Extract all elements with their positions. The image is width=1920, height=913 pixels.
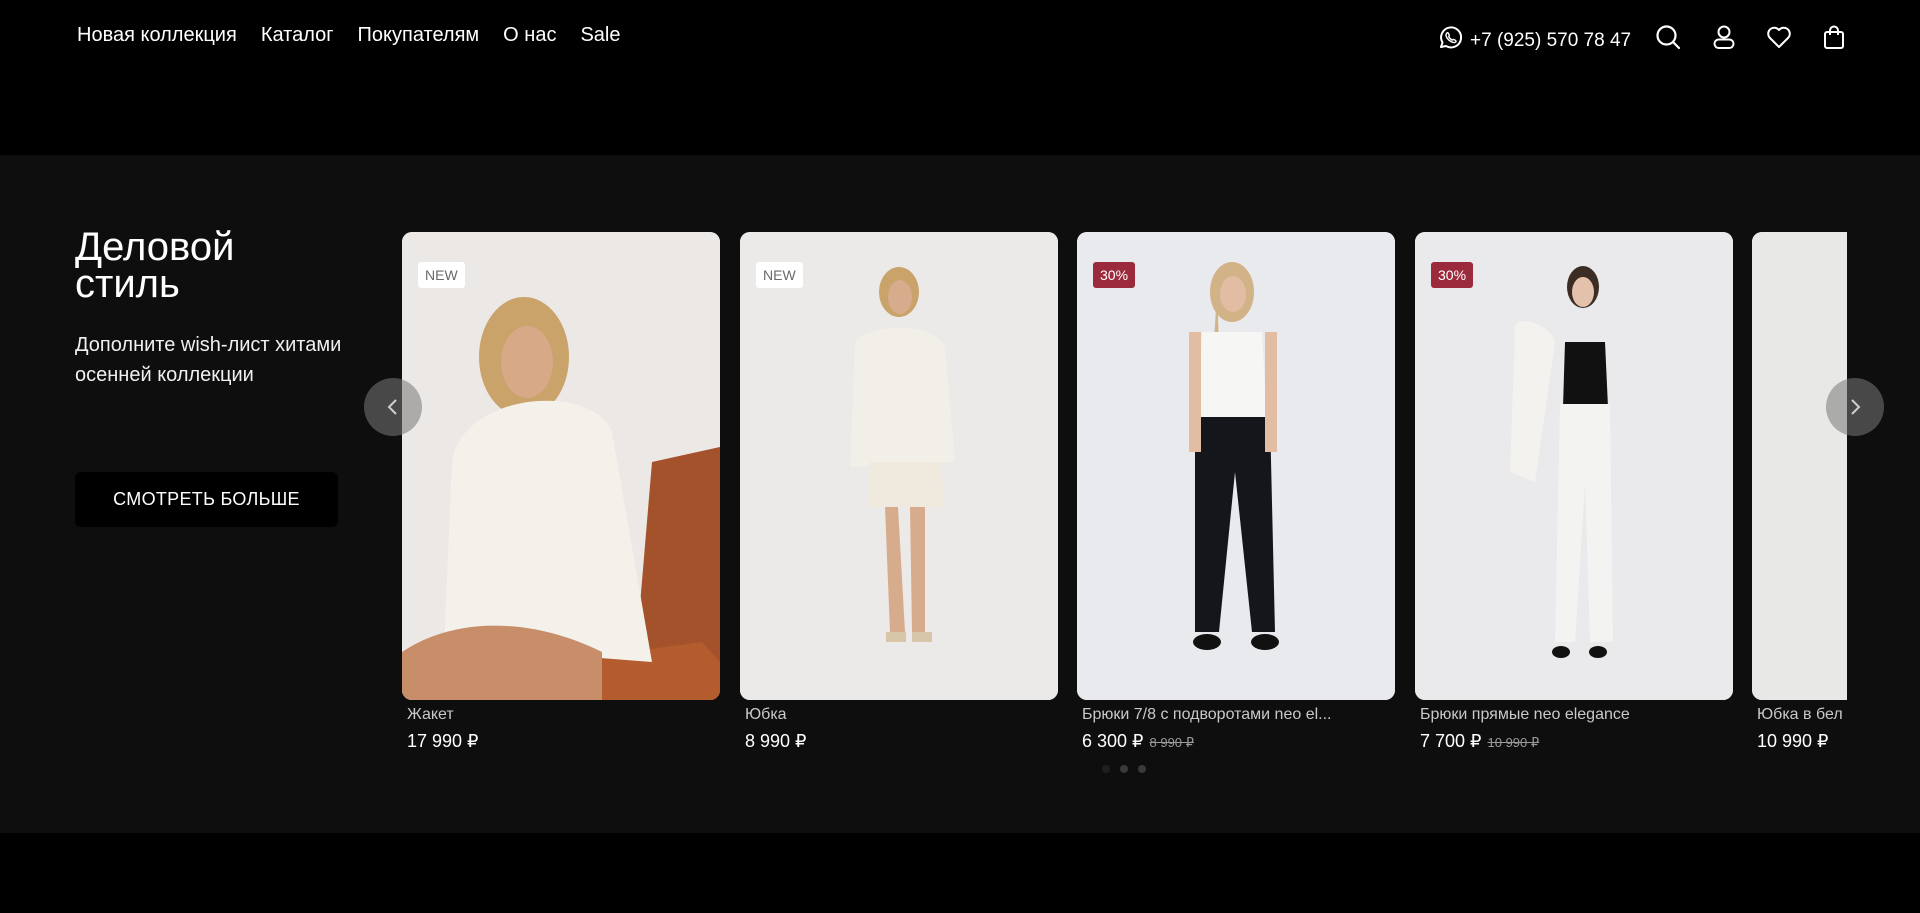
- product-photo: [1752, 232, 1847, 700]
- product-card[interactable]: 30% Брюки прямые neo elegance 7 700 ₽ 10…: [1415, 232, 1733, 752]
- business-style-section: Деловой стиль Дополните wish-лист хитами…: [0, 155, 1920, 833]
- product-image[interactable]: 30%: [1415, 232, 1733, 700]
- phone-link[interactable]: +7 (925) 570 78 47: [1436, 24, 1631, 57]
- site-header: Новая коллекция Каталог Покупателям О на…: [0, 0, 1920, 155]
- product-price: 10 990 ₽: [1757, 731, 1829, 751]
- whatsapp-icon: [1436, 24, 1464, 57]
- carousel-dot[interactable]: [1102, 765, 1110, 773]
- product-old-price: 10 990 ₽: [1487, 735, 1540, 750]
- see-more-button[interactable]: СМОТРЕТЬ БОЛЬШЕ: [75, 472, 338, 527]
- bottom-band: [0, 833, 1920, 913]
- carousel-prev-button[interactable]: [364, 378, 422, 436]
- product-card[interactable]: 30% Брюки 7/8 с подворотами neo el... 6 …: [1077, 232, 1395, 752]
- user-icon[interactable]: [1710, 23, 1738, 51]
- product-title[interactable]: Брюки 7/8 с подворотами neo el...: [1082, 704, 1372, 726]
- product-photo: [740, 232, 1058, 700]
- product-prices: 6 300 ₽ 8 990 ₽: [1082, 728, 1395, 752]
- product-card[interactable]: NEW Жакет 17 990 ₽: [402, 232, 720, 752]
- product-prices: 17 990 ₽: [407, 728, 720, 752]
- product-price: 8 990 ₽: [745, 731, 807, 751]
- nav-link-sale[interactable]: Sale: [580, 22, 620, 48]
- section-title: Деловой стиль: [75, 225, 235, 306]
- product-title[interactable]: Брюки прямые neo elegance: [1420, 704, 1710, 726]
- main-nav: Новая коллекция Каталог Покупателям О на…: [77, 22, 620, 48]
- nav-link-catalog[interactable]: Каталог: [261, 22, 334, 48]
- carousel-next-button[interactable]: [1826, 378, 1884, 436]
- product-price: 6 300 ₽: [1082, 731, 1144, 751]
- product-badge: NEW: [418, 262, 465, 288]
- product-title[interactable]: Жакет: [407, 704, 697, 726]
- search-icon[interactable]: [1654, 23, 1682, 51]
- carousel-dot[interactable]: [1120, 765, 1128, 773]
- product-badge: 30%: [1431, 262, 1474, 288]
- section-subtitle: Дополните wish-лист хитами осенней колле…: [75, 334, 342, 386]
- nav-link-about[interactable]: О нас: [503, 22, 556, 48]
- product-photo: [1077, 232, 1395, 700]
- phone-number: +7 (925) 570 78 47: [1470, 29, 1632, 51]
- product-price: 17 990 ₽: [407, 731, 479, 751]
- chevron-left-icon: [387, 399, 397, 415]
- product-card[interactable]: Юбка в бел 10 990 ₽: [1752, 232, 1847, 752]
- product-card[interactable]: NEW Юбка 8 990 ₽: [740, 232, 1058, 752]
- product-prices: 8 990 ₽: [745, 728, 1058, 752]
- carousel-dot[interactable]: [1138, 765, 1146, 773]
- bag-icon[interactable]: [1820, 23, 1848, 51]
- product-image[interactable]: [1752, 232, 1847, 700]
- product-prices: 7 700 ₽ 10 990 ₽: [1420, 728, 1733, 752]
- nav-link-customers[interactable]: Покупателям: [358, 22, 480, 48]
- product-badge: 30%: [1093, 262, 1136, 288]
- carousel-pagination: [1102, 765, 1146, 773]
- product-image[interactable]: NEW: [740, 232, 1058, 700]
- product-photo: [1415, 232, 1733, 700]
- product-image[interactable]: NEW: [402, 232, 720, 700]
- product-title[interactable]: Юбка в бел: [1757, 704, 1847, 726]
- product-image[interactable]: 30%: [1077, 232, 1395, 700]
- chevron-right-icon: [1851, 399, 1861, 415]
- product-title[interactable]: Юбка: [745, 704, 1035, 726]
- product-price: 7 700 ₽: [1420, 731, 1482, 751]
- product-photo: [402, 232, 720, 700]
- heart-icon[interactable]: [1765, 23, 1793, 51]
- product-prices: 10 990 ₽: [1757, 728, 1847, 752]
- product-old-price: 8 990 ₽: [1149, 735, 1194, 750]
- nav-link-new-collection[interactable]: Новая коллекция: [77, 22, 237, 48]
- product-badge: NEW: [756, 262, 803, 288]
- product-carousel: NEW Жакет 17 990 ₽ NEW Юбка 8 990 ₽ 30% …: [402, 232, 1847, 752]
